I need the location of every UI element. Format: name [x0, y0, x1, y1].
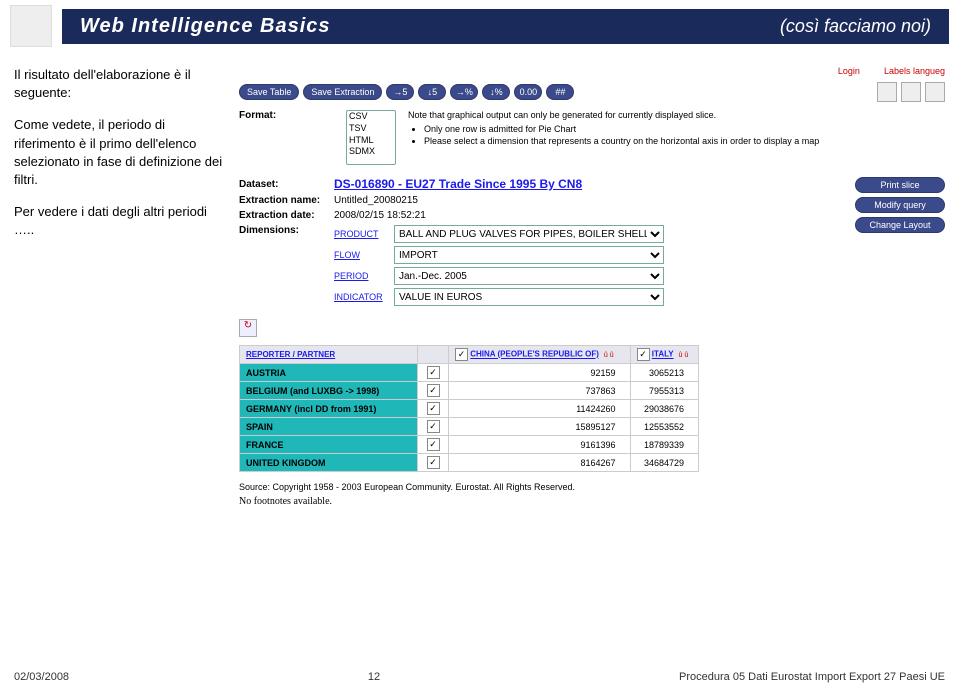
toolbar: Save Table Save Extraction →5 ↓5 →% ↓% 0…	[239, 82, 945, 102]
page-footer: 02/03/2008 12 Procedura 05 Dati Eurostat…	[0, 671, 959, 683]
row0-v2: 3065213	[630, 364, 698, 382]
footnotes-note: No footnotes available.	[239, 496, 945, 507]
format-select[interactable]: CSV TSV HTML SDMX	[346, 110, 396, 165]
row3-v1: 15895127	[449, 418, 631, 436]
row3-v2: 12553552	[630, 418, 698, 436]
col2-label[interactable]: ITALY	[652, 350, 674, 359]
dataset-link[interactable]: DS-016890 - EU27 Trade Since 1995 By CN8	[334, 177, 582, 191]
right5-button[interactable]: →5	[386, 84, 414, 100]
row2-v1: 11424260	[449, 400, 631, 418]
chart-icon-1[interactable]	[877, 82, 897, 102]
change-layout-button[interactable]: Change Layout	[855, 217, 945, 233]
intro-text: Il risultato dell'elaborazione è il segu…	[14, 66, 229, 102]
dim-product-link[interactable]: PRODUCT	[334, 229, 394, 239]
footer-date: 02/03/2008	[14, 671, 69, 683]
right-pct-button[interactable]: →%	[450, 84, 478, 100]
dataset-label: Dataset:	[239, 179, 334, 190]
login-link[interactable]: Login	[838, 66, 860, 76]
extraction-name-label: Extraction name:	[239, 195, 334, 206]
col1-label[interactable]: CHINA (PEOPLE'S REPUBLIC OF)	[470, 350, 599, 359]
reporter-partner-link[interactable]: REPORTER / PARTNER	[246, 350, 335, 359]
page-title: Web Intelligence Basics	[80, 15, 331, 38]
col2-checkbox[interactable]: ✓	[637, 348, 650, 361]
row4-checkbox[interactable]: ✓	[427, 438, 440, 451]
row-3-name: SPAIN	[240, 418, 418, 436]
row4-v1: 9161396	[449, 436, 631, 454]
footer-page: 12	[368, 671, 380, 683]
row-0-name: AUSTRIA	[240, 364, 418, 382]
modify-query-button[interactable]: Modify query	[855, 197, 945, 213]
avatar-image	[10, 5, 52, 47]
row2-v2: 29038676	[630, 400, 698, 418]
row0-v1: 92159	[449, 364, 631, 382]
col2-sort-icon[interactable]: û û	[677, 352, 689, 359]
row0-checkbox[interactable]: ✓	[427, 366, 440, 379]
col1-sort-icon[interactable]: û û	[602, 352, 614, 359]
title-bar: Web Intelligence Basics (così facciamo n…	[62, 9, 949, 44]
footer-title: Procedura 05 Dati Eurostat Import Export…	[679, 671, 945, 683]
decimal-button[interactable]: 0.00	[514, 84, 542, 100]
extraction-date-label: Extraction date:	[239, 210, 334, 221]
row4-v2: 18789339	[630, 436, 698, 454]
dim-period-link[interactable]: PERIOD	[334, 271, 394, 281]
print-slice-button[interactable]: Print slice	[855, 177, 945, 193]
row1-v1: 737863	[449, 382, 631, 400]
down5-button[interactable]: ↓5	[418, 84, 446, 100]
page-subtitle: (così facciamo noi)	[780, 16, 931, 37]
format-label: Format:	[239, 110, 334, 121]
dim-indicator-select[interactable]: VALUE IN EUROS	[394, 288, 664, 306]
format-note-2: Please select a dimension that represent…	[424, 136, 945, 148]
table-row: UNITED KINGDOM ✓ 816426734684729	[240, 454, 699, 472]
hash-button[interactable]: ##	[546, 84, 574, 100]
table-row: AUSTRIA ✓ 921593065213	[240, 364, 699, 382]
para2-text: Per vedere i dati degli altri periodi ….…	[14, 203, 229, 239]
table-row: SPAIN ✓ 1589512712553552	[240, 418, 699, 436]
table-row: FRANCE ✓ 916139618789339	[240, 436, 699, 454]
chart-icon-2[interactable]	[901, 82, 921, 102]
col1-checkbox[interactable]: ✓	[455, 348, 468, 361]
dimensions-label: Dimensions:	[239, 225, 334, 236]
labels-link[interactable]: Labels langueg	[884, 66, 945, 76]
rotate-icon[interactable]: ↻	[239, 319, 257, 337]
dim-product-select[interactable]: BALL AND PLUG VALVES FOR PIPES, BOILER S…	[394, 225, 664, 243]
para1-text: Come vedete, il periodo di riferimento è…	[14, 116, 229, 189]
dim-indicator-link[interactable]: INDICATOR	[334, 292, 394, 302]
dim-flow-link[interactable]: FLOW	[334, 250, 394, 260]
row-4-name: FRANCE	[240, 436, 418, 454]
chart-icon-3[interactable]	[925, 82, 945, 102]
row5-checkbox[interactable]: ✓	[427, 456, 440, 469]
row1-checkbox[interactable]: ✓	[427, 384, 440, 397]
table-row: GERMANY (incl DD from 1991) ✓ 114242602903…	[240, 400, 699, 418]
save-table-button[interactable]: Save Table	[239, 84, 299, 100]
row3-checkbox[interactable]: ✓	[427, 420, 440, 433]
row5-v2: 34684729	[630, 454, 698, 472]
table-row: BELGIUM (and LUXBG -> 1998) ✓ 737863795531…	[240, 382, 699, 400]
down-pct-button[interactable]: ↓%	[482, 84, 510, 100]
dim-flow-select[interactable]: IMPORT	[394, 246, 664, 264]
results-table: REPORTER / PARTNER ✓ CHINA (PEOPLE'S REPU…	[239, 345, 699, 472]
format-note-top: Note that graphical output can only be g…	[408, 110, 945, 120]
extraction-name-value: Untitled_20080215	[334, 195, 418, 206]
row-2-name: GERMANY (incl DD from 1991)	[240, 400, 418, 418]
row-1-name: BELGIUM (and LUXBG -> 1998)	[240, 382, 418, 400]
row5-v1: 8164267	[449, 454, 631, 472]
source-note: Source: Copyright 1958 - 2003 European C…	[239, 482, 945, 492]
left-text-column: Il risultato dell'elaborazione è il segu…	[14, 66, 229, 507]
format-note-1: Only one row is admitted for Pie Chart	[424, 124, 945, 136]
row-5-name: UNITED KINGDOM	[240, 454, 418, 472]
save-extraction-button[interactable]: Save Extraction	[303, 84, 382, 100]
extraction-date-value: 2008/02/15 18:52:21	[334, 210, 426, 221]
dim-period-select[interactable]: Jan.-Dec. 2005	[394, 267, 664, 285]
row1-v2: 7955313	[630, 382, 698, 400]
row2-checkbox[interactable]: ✓	[427, 402, 440, 415]
results-panel: Login Labels langueg Save Table Save Ext…	[239, 66, 945, 507]
